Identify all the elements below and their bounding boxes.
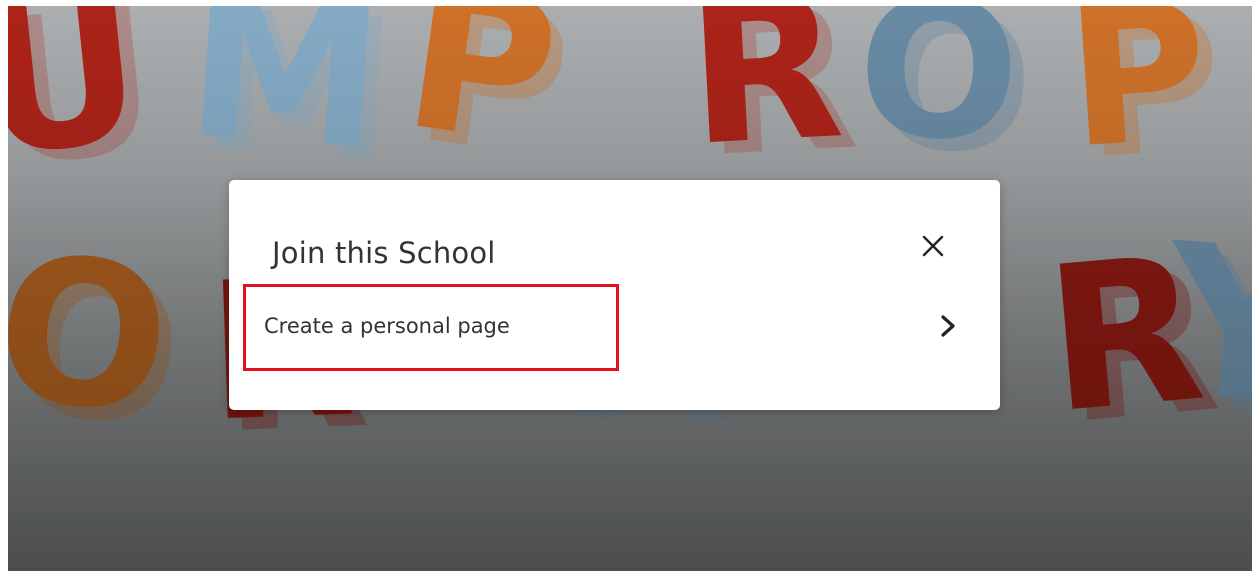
modal-title: Join this School xyxy=(272,236,496,270)
create-personal-page-option[interactable]: Create a personal page xyxy=(249,286,984,364)
chevron-right-icon xyxy=(941,315,955,337)
join-school-modal: Join this School Create a personal page xyxy=(229,180,1000,410)
close-button[interactable] xyxy=(919,232,947,260)
option-label: Create a personal page xyxy=(264,314,510,338)
close-icon xyxy=(922,235,944,257)
